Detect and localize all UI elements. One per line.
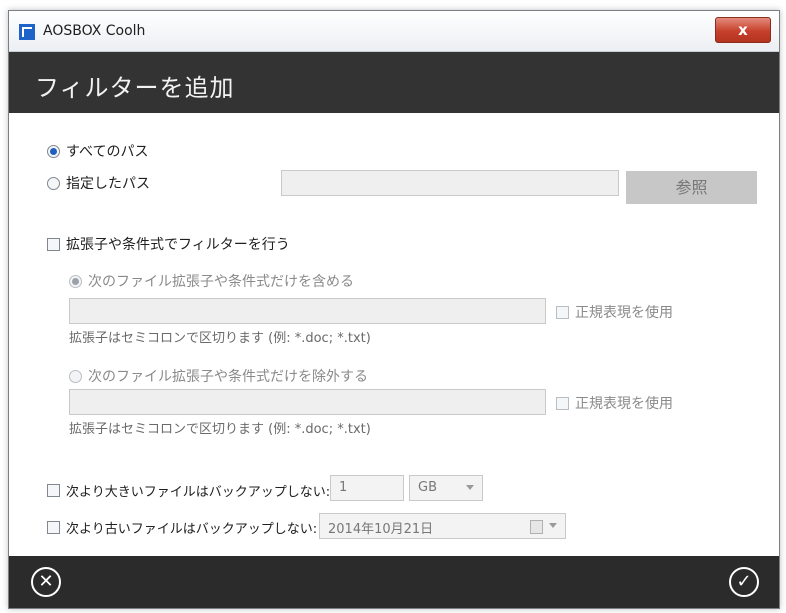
date-limit-label: 次より古いファイルはバックアップしない: — [66, 522, 318, 537]
exclude-regex-checkbox[interactable] — [556, 396, 569, 410]
filter-dialog-window: AOSBOX Coolh x フィルターを追加 すべてのパス 指定したパス 参照… — [8, 10, 780, 609]
dialog-footer: ✕ ✓ — [9, 556, 779, 608]
include-regex-option[interactable]: 正規表現を使用 — [556, 302, 673, 322]
all-paths-radio[interactable] — [47, 144, 60, 158]
filter-enable-label: 拡張子や条件式でフィルターを行う — [66, 237, 290, 253]
exclude-regex-label: 正規表現を使用 — [575, 396, 673, 412]
size-limit-checkbox[interactable] — [47, 484, 60, 497]
specified-path-label: 指定したパス — [66, 176, 150, 192]
specified-path-radio[interactable] — [47, 176, 60, 190]
title-bar: AOSBOX Coolh x — [9, 11, 779, 52]
date-limit-picker[interactable]: 2014年10月21日 — [319, 513, 566, 539]
exclude-hint: 拡張子はセミコロンで区切ります (例: *.doc; *.txt) — [69, 422, 371, 437]
cancel-icon[interactable]: ✕ — [31, 567, 61, 597]
chevron-down-icon — [466, 485, 474, 490]
specified-path-option[interactable]: 指定したパス — [47, 173, 150, 193]
size-unit-dropdown[interactable]: GB — [409, 475, 483, 501]
date-limit-option[interactable]: 次より古いファイルはバックアップしない: — [47, 518, 317, 537]
chevron-down-icon — [549, 523, 557, 528]
exclude-radio[interactable] — [69, 369, 82, 383]
exclude-option[interactable]: 次のファイル拡張子や条件式だけを除外する — [69, 366, 368, 386]
filter-enable-option[interactable]: 拡張子や条件式でフィルターを行う — [47, 234, 290, 254]
all-paths-option[interactable]: すべてのパス — [47, 141, 148, 161]
calendar-icon — [530, 520, 543, 534]
app-logo-icon — [19, 24, 35, 40]
size-limit-option[interactable]: 次より大きいファイルはバックアップしない: — [47, 481, 330, 500]
include-regex-label: 正規表現を使用 — [575, 305, 673, 321]
all-paths-label: すべてのパス — [66, 144, 149, 160]
path-input[interactable] — [281, 170, 619, 196]
include-regex-checkbox[interactable] — [556, 305, 569, 319]
filter-enable-checkbox[interactable] — [47, 237, 60, 251]
size-limit-input[interactable]: 1 — [330, 475, 404, 501]
include-hint: 拡張子はセミコロンで区切ります (例: *.doc; *.txt) — [69, 331, 371, 346]
date-limit-checkbox[interactable] — [47, 521, 60, 534]
window-title: AOSBOX Coolh — [43, 23, 146, 39]
exclude-label: 次のファイル拡張子や条件式だけを除外する — [88, 369, 368, 385]
dialog-title: フィルターを追加 — [35, 74, 235, 102]
ok-check-icon[interactable]: ✓ — [729, 567, 759, 597]
exclude-extensions-input[interactable] — [69, 389, 546, 415]
exclude-regex-option[interactable]: 正規表現を使用 — [556, 393, 673, 413]
include-radio[interactable] — [69, 274, 82, 288]
browse-button[interactable]: 参照 — [626, 171, 757, 204]
include-option[interactable]: 次のファイル拡張子や条件式だけを含める — [69, 271, 354, 291]
include-extensions-input[interactable] — [69, 298, 546, 324]
dialog-content: すべてのパス 指定したパス 参照 拡張子や条件式でフィルターを行う 次のファイル… — [9, 113, 779, 556]
size-limit-label: 次より大きいファイルはバックアップしない: — [66, 485, 331, 500]
date-limit-value: 2014年10月21日 — [328, 522, 434, 537]
close-button[interactable]: x — [715, 17, 771, 43]
dialog-header: フィルターを追加 — [9, 52, 779, 113]
size-unit-value: GB — [418, 480, 437, 495]
include-label: 次のファイル拡張子や条件式だけを含める — [88, 274, 354, 290]
